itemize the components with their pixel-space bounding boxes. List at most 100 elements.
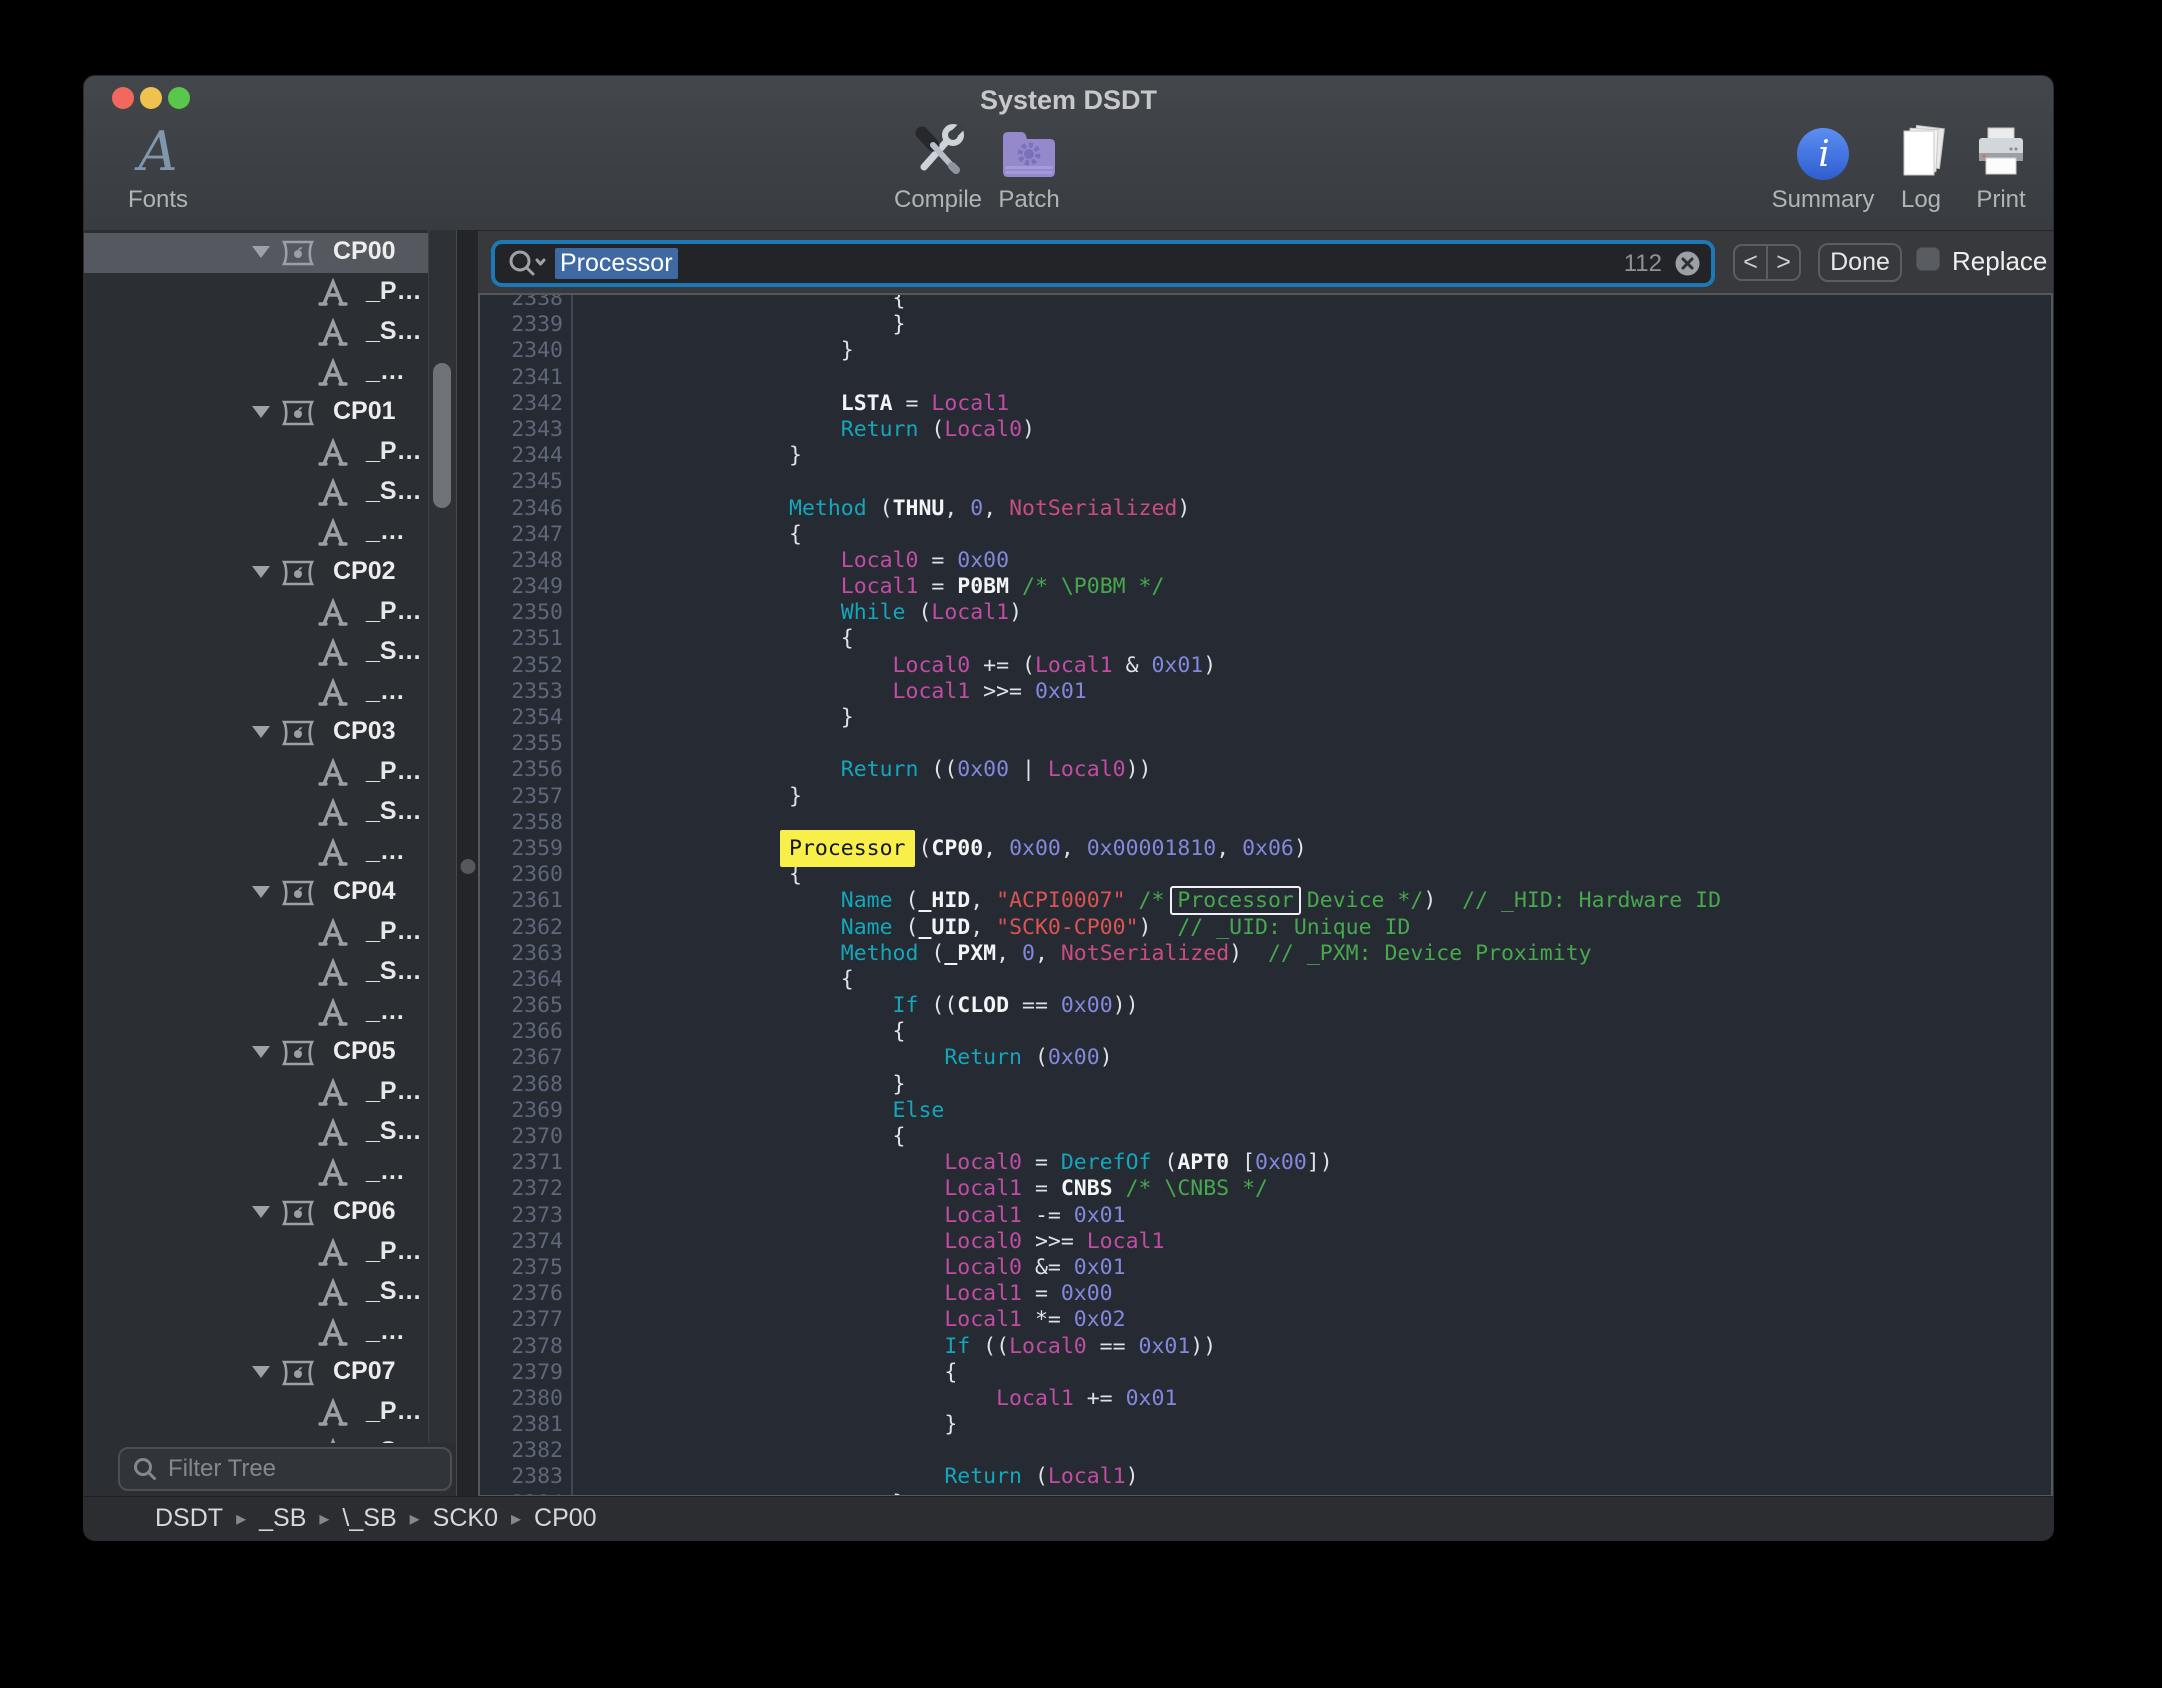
line-number: 2381 <box>480 1412 571 1438</box>
tree-child-item[interactable]: _P… <box>84 273 456 313</box>
code-text: Return (0x00) <box>571 1045 1113 1071</box>
tree-child-item[interactable]: _S… <box>84 1273 456 1313</box>
breadcrumb-item-CP00[interactable]: CP00 <box>534 1504 597 1533</box>
tree-child-item[interactable]: _… <box>84 513 456 553</box>
line-number: 2365 <box>480 993 571 1019</box>
tree-child-label: _P… <box>366 917 422 946</box>
find-prev-next-control: < > <box>1733 244 1801 281</box>
code-text: While (Local1) <box>571 600 1022 626</box>
code-text: Name (_UID, "SCK0-CP00") // _UID: Unique… <box>571 915 1410 941</box>
tree-child-item[interactable]: _S… <box>84 953 456 993</box>
tree-item-CP02[interactable]: CP02 <box>84 553 456 593</box>
breadcrumb-item-_SB[interactable]: \_SB <box>342 1504 396 1533</box>
tree-child-item[interactable]: _P… <box>84 1073 456 1113</box>
code-line: 2348 Local0 = 0x00 <box>480 548 2049 574</box>
code-line: 2339 } <box>480 312 2049 338</box>
tree-child-item[interactable]: _… <box>84 673 456 713</box>
tree-item-CP01[interactable]: CP01 <box>84 393 456 433</box>
breadcrumb-item-_SB[interactable]: _SB <box>259 1504 306 1533</box>
code-text: { <box>571 626 854 652</box>
tree-item-CP00[interactable]: CP00 <box>84 233 456 273</box>
tree-child-item[interactable]: _P… <box>84 433 456 473</box>
tree-child-label: _… <box>366 357 405 386</box>
tree-child-item[interactable]: _S… <box>84 313 456 353</box>
tree-item-CP06[interactable]: CP06 <box>84 1193 456 1233</box>
line-number: 2355 <box>480 731 571 757</box>
tree-child-item[interactable]: _P… <box>84 1393 456 1433</box>
disclosure-triangle-icon[interactable] <box>252 406 270 418</box>
tree-item-CP04[interactable]: CP04 <box>84 873 456 913</box>
tree-child-item[interactable]: _S… <box>84 473 456 513</box>
tree-child-label: _S… <box>366 797 422 826</box>
desktop: System DSDT A Fonts Compile <box>0 0 2162 1688</box>
code-text: { <box>571 967 854 993</box>
tree-item-CP05[interactable]: CP05 <box>84 1033 456 1073</box>
scope-icon <box>281 239 315 272</box>
filter-tree-input[interactable]: Filter Tree <box>118 1447 452 1491</box>
tree-child-label: _S… <box>366 957 422 986</box>
disclosure-triangle-icon[interactable] <box>252 726 270 738</box>
line-number: 2354 <box>480 705 571 731</box>
code-line: 2338 { <box>480 293 2049 312</box>
split-divider[interactable] <box>456 230 478 1497</box>
toolbar-item-fonts[interactable]: A Fonts <box>84 116 233 214</box>
tree-child-label: _P… <box>366 437 422 466</box>
code-text: Return (Local1) <box>571 1464 1139 1490</box>
find-next-button[interactable]: > <box>1768 246 1799 279</box>
breadcrumb-item-DSDT[interactable]: DSDT <box>155 1504 223 1533</box>
disclosure-triangle-icon[interactable] <box>252 1046 270 1058</box>
code-line: 2340 } <box>480 338 2049 364</box>
toolbar-item-print[interactable]: Print <box>1926 116 2053 214</box>
tree-child-item[interactable]: _S… <box>84 793 456 833</box>
tree-child-item[interactable]: _P… <box>84 913 456 953</box>
code-text: Return ((0x00 | Local0)) <box>571 757 1151 783</box>
code-text: Local0 = DerefOf (APT0 [0x00]) <box>571 1150 1333 1176</box>
tree-child-item[interactable]: _… <box>84 353 456 393</box>
code-line: 2362 Name (_UID, "SCK0-CP00") // _UID: U… <box>480 915 2049 941</box>
code-text: } <box>571 443 802 469</box>
code-text: Method (THNU, 0, NotSerialized) <box>571 496 1190 522</box>
find-input[interactable]: Processor 112 <box>491 240 1715 287</box>
tree-child-label: _P… <box>366 277 422 306</box>
breadcrumb-item-SCK0[interactable]: SCK0 <box>433 1504 498 1533</box>
code-text: Method (_PXM, 0, NotSerialized) // _PXM:… <box>571 941 1592 967</box>
tree-child-item[interactable]: _S… <box>84 633 456 673</box>
disclosure-triangle-icon[interactable] <box>252 246 270 258</box>
method-icon <box>317 438 349 473</box>
tree-child-item[interactable]: _… <box>84 833 456 873</box>
clear-search-button[interactable] <box>1674 250 1701 277</box>
disclosure-triangle-icon[interactable] <box>252 566 270 578</box>
tree-child-item[interactable]: _P… <box>84 1233 456 1273</box>
done-button[interactable]: Done <box>1818 243 1902 282</box>
tree-child-item[interactable]: _… <box>84 1313 456 1353</box>
tree-child-item[interactable]: _S… <box>84 1113 456 1153</box>
disclosure-triangle-icon[interactable] <box>252 886 270 898</box>
toolbar-item-patch[interactable]: Patch <box>954 116 1104 214</box>
tree-child-item[interactable]: _… <box>84 993 456 1033</box>
method-icon <box>317 998 349 1033</box>
editor-panel: Processor 112 < > Done Replace <box>478 230 2053 1497</box>
tree-scrollbar-thumb[interactable] <box>433 363 451 508</box>
tree-child-item[interactable]: _P… <box>84 753 456 793</box>
patch-icon <box>999 116 1059 182</box>
method-icon <box>317 1078 349 1113</box>
navigation-tree-panel: CP00_P…_S…_…CP01_P…_S…_…CP02_P…_S…_…CP03… <box>84 230 456 1497</box>
code-editor[interactable]: 2338 {2339 }2340 }23412342 LSTA = Local1… <box>478 293 2053 1497</box>
disclosure-triangle-icon[interactable] <box>252 1366 270 1378</box>
disclosure-triangle-icon[interactable] <box>252 1206 270 1218</box>
code-line: 2352 Local0 += (Local1 & 0x01) <box>480 653 2049 679</box>
print-icon <box>1971 116 2031 182</box>
breadcrumb-separator-icon: ▸ <box>319 1506 329 1531</box>
code-text: Local1 += 0x01 <box>571 1386 1177 1412</box>
method-icon <box>317 958 349 993</box>
tree-child-item[interactable]: _P… <box>84 593 456 633</box>
replace-checkbox[interactable] <box>1916 247 1940 271</box>
find-previous-button[interactable]: < <box>1735 246 1768 279</box>
titlebar[interactable]: System DSDT A Fonts Compile <box>84 76 2053 231</box>
gutter-separator <box>571 295 573 1495</box>
tree-item-CP03[interactable]: CP03 <box>84 713 456 753</box>
tree-item-CP07[interactable]: CP07 <box>84 1353 456 1393</box>
search-menu-icon[interactable] <box>507 248 547 280</box>
code-line: 2353 Local1 >>= 0x01 <box>480 679 2049 705</box>
tree-child-item[interactable]: _… <box>84 1153 456 1193</box>
